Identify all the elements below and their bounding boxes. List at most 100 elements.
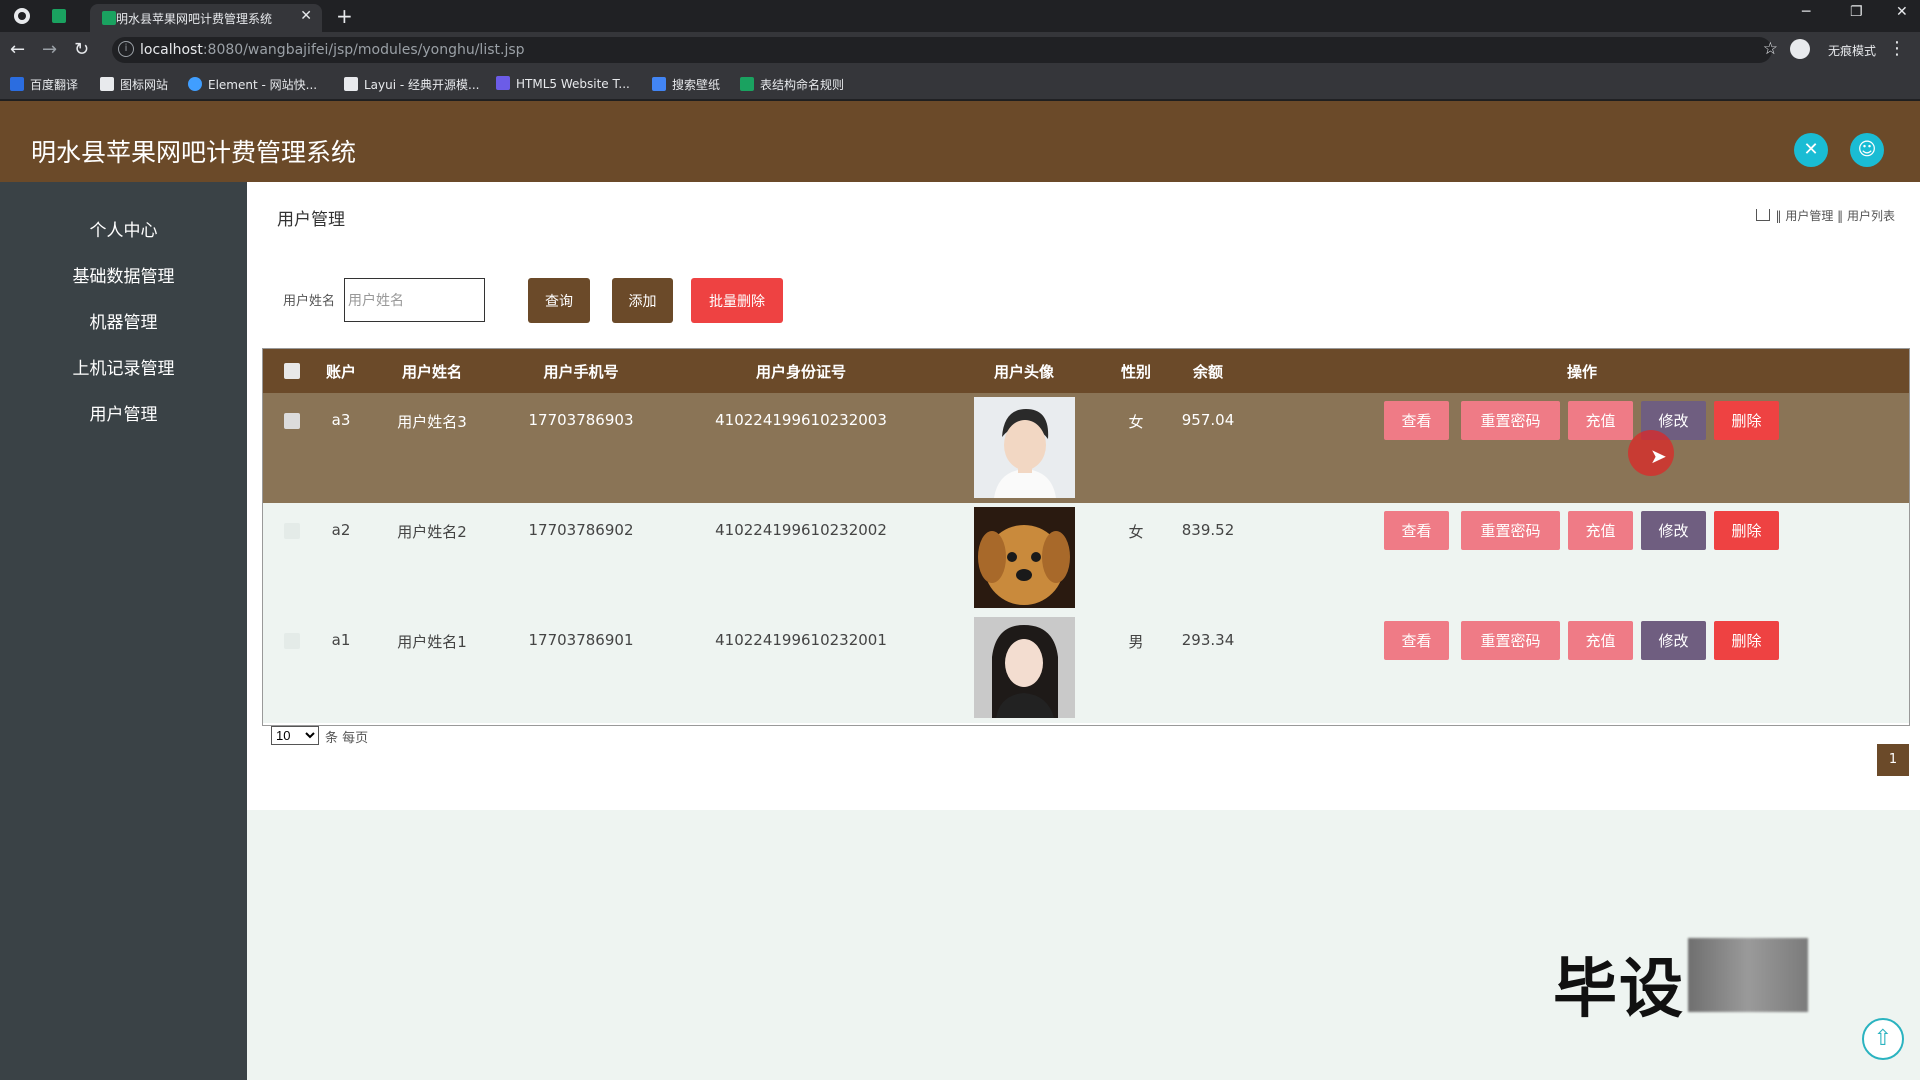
breadcrumb-item: 用户列表 (1846, 209, 1895, 223)
reset-password-button[interactable]: 重置密码 (1461, 511, 1560, 550)
reset-password-button[interactable]: 重置密码 (1461, 621, 1560, 660)
browser-menu-icon[interactable]: ⋮ (1888, 38, 1906, 59)
row-checkbox[interactable] (284, 413, 300, 429)
cell-phone: 17703786901 (528, 631, 634, 649)
name-search-input[interactable] (344, 278, 485, 322)
fullscreen-icon[interactable]: ✕ (1794, 133, 1828, 167)
bookmark-favicon-icon (496, 76, 510, 90)
bookmark-favicon-icon (344, 77, 358, 91)
cell-name: 用户姓名1 (397, 633, 467, 651)
new-tab-icon[interactable]: + (336, 4, 353, 28)
recharge-button[interactable]: 充值 (1568, 621, 1633, 660)
breadcrumb: ‖ 用户管理 ‖ 用户列表 (1755, 207, 1895, 224)
user-avatar-image (974, 507, 1075, 608)
view-button[interactable]: 查看 (1384, 621, 1449, 660)
blurred-watermark (1688, 938, 1808, 1012)
url-field[interactable]: i localhost:8080/wangbajifei/jsp/modules… (112, 37, 1772, 63)
url-host: localhost (140, 42, 203, 58)
view-button[interactable]: 查看 (1384, 401, 1449, 440)
column-header: 余额 (1192, 363, 1224, 381)
page-number-button[interactable]: 1 (1877, 744, 1909, 776)
row-checkbox[interactable] (284, 633, 300, 649)
restore-icon[interactable]: ❐ (1850, 4, 1863, 20)
cell-balance: 293.34 (1181, 631, 1235, 649)
row-checkbox[interactable] (284, 523, 300, 539)
bookmark-item[interactable]: Layui - 经典开源模... (344, 76, 479, 93)
recharge-button[interactable]: 充值 (1568, 511, 1633, 550)
sidebar-item-users[interactable]: 用户管理 (0, 400, 247, 425)
delete-button[interactable]: 删除 (1714, 401, 1779, 440)
bookmark-item[interactable]: 图标网站 (100, 76, 168, 93)
breadcrumb-item[interactable]: 用户管理 (1785, 209, 1833, 223)
back-icon[interactable]: ← (10, 39, 25, 60)
incognito-label: 无痕模式 (1827, 44, 1876, 58)
address-bar-row: ← → ↻ i localhost:8080/wangbajifei/jsp/m… (0, 32, 1920, 68)
table-row[interactable]: a1 用户姓名1 17703786901 410224199610232001 … (263, 613, 1909, 723)
window-close-icon[interactable]: ✕ (1896, 4, 1908, 20)
delete-button[interactable]: 删除 (1714, 511, 1779, 550)
bookmark-favicon-icon (188, 77, 202, 91)
sidebar-item-personal-center[interactable]: 个人中心 (0, 216, 247, 241)
back-to-top-icon[interactable]: ⇧ (1862, 1018, 1904, 1060)
recharge-button[interactable]: 充值 (1568, 401, 1633, 440)
bookmark-favicon-icon (740, 77, 754, 91)
reload-icon[interactable]: ↻ (74, 39, 89, 60)
cell-name: 用户姓名2 (397, 523, 467, 541)
bookmark-item[interactable]: HTML5 Website T... (496, 76, 630, 91)
cell-name: 用户姓名3 (397, 413, 467, 431)
sidebar-item-basic-data[interactable]: 基础数据管理 (0, 262, 247, 287)
column-header: 操作 (1566, 363, 1598, 381)
forward-icon[interactable]: → (42, 39, 57, 60)
app-header: 明水县苹果网吧计费管理系统 ✕ ☺ (0, 101, 1920, 182)
bookmark-item[interactable]: 百度翻译 (10, 76, 78, 93)
user-avatar-icon[interactable]: ☺ (1850, 133, 1884, 167)
page-size-label: 条 每页 (325, 731, 369, 746)
cell-id-card: 410224199610232002 (715, 521, 887, 539)
edit-button[interactable]: 修改 (1641, 621, 1706, 660)
delete-button[interactable]: 删除 (1714, 621, 1779, 660)
bookmark-star-icon[interactable]: ☆ (1763, 39, 1778, 59)
minimize-icon[interactable]: ─ (1802, 4, 1810, 20)
column-header: 用户身份证号 (755, 363, 847, 381)
tab-close-icon[interactable]: ✕ (300, 8, 312, 24)
user-avatar-image (974, 397, 1075, 498)
table-row[interactable]: a2 用户姓名2 17703786902 410224199610232002 … (263, 503, 1909, 613)
column-header: 用户手机号 (543, 363, 619, 381)
user-table: 账户 用户姓名 用户手机号 用户身份证号 用户头像 性别 余额 操作 a3 用户… (262, 348, 1910, 726)
url-text: localhost:8080/wangbajifei/jsp/modules/y… (140, 42, 525, 58)
cell-id-card: 410224199610232001 (715, 631, 887, 649)
query-button[interactable]: 查询 (528, 278, 590, 323)
bookmark-item[interactable]: 表结构命名规则 (740, 76, 844, 93)
site-info-icon[interactable]: i (118, 41, 134, 57)
url-path: :8080/wangbajifei/jsp/modules/yonghu/lis… (202, 42, 525, 58)
pinned-tab-favicon-icon[interactable] (52, 9, 66, 23)
view-button[interactable]: 查看 (1384, 511, 1449, 550)
edit-button[interactable]: 修改 (1641, 511, 1706, 550)
bookmark-item[interactable]: 搜索壁纸 (652, 76, 720, 93)
bookmark-favicon-icon (652, 77, 666, 91)
cell-phone: 17703786903 (528, 411, 634, 429)
table-header: 账户 用户姓名 用户手机号 用户身份证号 用户头像 性别 余额 操作 (263, 349, 1909, 393)
home-icon[interactable] (1755, 209, 1770, 221)
column-header: 用户头像 (993, 363, 1055, 381)
browser-tab-active[interactable]: 明水县苹果网吧计费管理系统 ✕ (90, 4, 322, 32)
select-all-checkbox[interactable] (284, 363, 300, 379)
app-title: 明水县苹果网吧计费管理系统 (31, 138, 357, 167)
bookmarks-bar: 百度翻译 图标网站 Element - 网站快... Layui - 经典开源模… (0, 68, 1920, 100)
bookmark-favicon-icon (100, 77, 114, 91)
add-button[interactable]: 添加 (612, 278, 673, 323)
sidebar-item-login-records[interactable]: 上机记录管理 (0, 354, 247, 379)
sidebar-item-machine[interactable]: 机器管理 (0, 308, 247, 333)
cell-gender: 女 (1128, 413, 1144, 431)
cell-phone: 17703786902 (528, 521, 634, 539)
cell-gender: 男 (1128, 633, 1144, 651)
batch-delete-button[interactable]: 批量删除 (691, 278, 783, 323)
bookmark-item[interactable]: Element - 网站快... (188, 76, 317, 93)
cell-id-card: 410224199610232003 (715, 411, 887, 429)
page-size-select[interactable]: 10 (271, 726, 319, 745)
reset-password-button[interactable]: 重置密码 (1461, 401, 1560, 440)
search-label: 用户姓名 (283, 294, 336, 309)
browser-app-icon (14, 8, 30, 24)
cell-account: a2 (331, 521, 351, 539)
browser-tab-bar: 明水县苹果网吧计费管理系统 ✕ + ─ ❐ ✕ (0, 0, 1920, 32)
